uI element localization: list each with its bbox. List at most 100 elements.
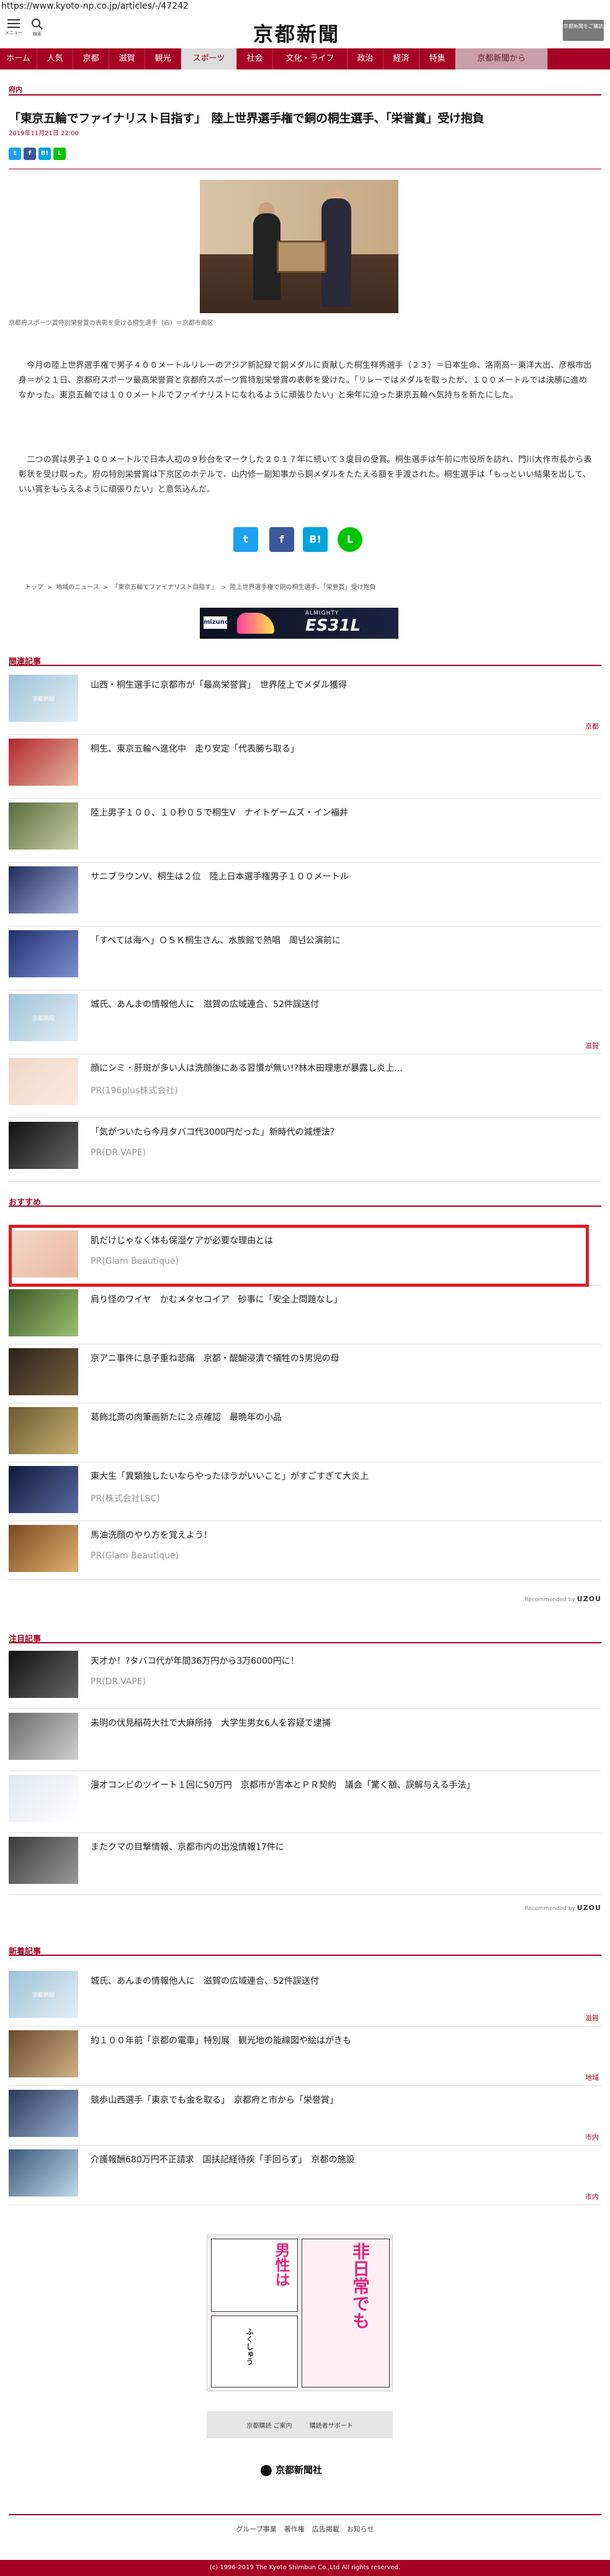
nav-item[interactable]: スポーツ	[181, 48, 237, 69]
thumbnail[interactable]	[9, 1651, 78, 1698]
item-title[interactable]: 未明の伏見稲荷大社で大麻所持 大学生男女6人を容疑で逮捕	[91, 1717, 331, 1729]
thumbnail[interactable]	[9, 802, 78, 850]
list-item[interactable]: 葛飾北斎の肉筆画新たに２点確認 最晩年の小品	[9, 1403, 601, 1462]
item-title[interactable]: 陸上男子１００、１０秒０５で桐生V ナイトゲームズ・イン福井	[91, 806, 348, 819]
list-item[interactable]: 肩り怪のワイヤ かむメタセコイア 砂事に「安全上問題なし」	[9, 1286, 601, 1344]
footer-link[interactable]: 著作権	[284, 2525, 305, 2533]
recommended-by[interactable]: Recommended by UZOU	[524, 1904, 601, 1912]
list-item[interactable]: 介護報酬680万円不正請求 国扶記経待疾「手回らず」 京都の施設市内	[9, 2146, 601, 2205]
thumbnail[interactable]	[9, 1466, 78, 1513]
footer-logo[interactable]: 京都新聞社	[261, 2463, 322, 2476]
item-title[interactable]: 漫才コンビのツイート１回に50万円 京都市が吉本とＰＲ契約 議会「驚く額、誤解与…	[91, 1779, 475, 1791]
thumbnail[interactable]	[9, 1407, 78, 1454]
thumbnail[interactable]	[9, 1058, 78, 1105]
menu-button[interactable]: メニュー	[2, 19, 25, 36]
subscribe-button[interactable]: 京都新聞をご購読	[563, 20, 604, 41]
subscribe-info-link[interactable]: 京都購読 ご案内	[246, 2420, 292, 2430]
list-item[interactable]: 京アニ事件に息子重ね悲痛 京都・醍醐浸漬で犠牲の5男児の母	[9, 1344, 601, 1403]
thumbnail[interactable]	[9, 1122, 78, 1169]
thumbnail[interactable]	[9, 739, 78, 786]
thumbnail[interactable]	[9, 1289, 78, 1336]
list-item[interactable]: 漫才コンビのツイート１回に50万円 京都市が吉本とＰＲ契約 議会「驚く額、誤解与…	[9, 1771, 601, 1833]
nav-item[interactable]: 経済	[383, 48, 419, 69]
thumbnail[interactable]: 京都新聞	[9, 1971, 78, 2018]
category-tag[interactable]: 市内	[585, 2192, 599, 2201]
footer-link[interactable]: 広告掲載	[312, 2525, 339, 2533]
facebook-share-small[interactable]: f	[24, 148, 36, 160]
item-title[interactable]: 競歩山西選手「東京でも金を取る」 京都府と市から「栄誉賞」	[91, 2094, 338, 2106]
item-title[interactable]: 「すべては海へ」ＯＳＫ桐生さん、水族館で熱唱 周년公演前に	[91, 934, 341, 946]
manga-ad[interactable]: 非日常でも 男性は ふくしゅう	[207, 2234, 393, 2391]
twitter-share-small[interactable]: t	[9, 148, 21, 160]
thumbnail[interactable]	[9, 2030, 78, 2077]
thumbnail[interactable]: 京都新聞	[9, 675, 78, 722]
list-item[interactable]: 「気がついたら今月タバコ代3000円だった」新時代の減煙法？ PR(DR.VAPE…	[9, 1118, 601, 1182]
item-title[interactable]: 東大生「異類独したいならやったほうがいいこと」がすごすぎて大炎上	[91, 1470, 369, 1482]
breadcrumb-item[interactable]: 陸上世界選手権で銅の桐生選手、「栄誉賞」受け抱負	[230, 584, 375, 591]
item-title[interactable]: 天才か！?タバコ代が年間36万円から3万6000円に！	[91, 1654, 299, 1667]
thumbnail[interactable]	[9, 866, 78, 913]
thumbnail[interactable]	[9, 2090, 78, 2137]
category-tag[interactable]: 市内	[585, 2132, 599, 2142]
nav-item[interactable]: 京都	[73, 48, 109, 69]
list-item[interactable]: 京都新聞 城氏、あんまの情報他人に 滋賀の広域連合、52件誤送付滋賀	[9, 990, 601, 1054]
item-title[interactable]: 顔にシミ・肝斑が多い人は洗顔後にある習慣が無い!?林木田理恵が暴露し炎上…	[91, 1062, 403, 1074]
list-item[interactable]: 陸上男子１００、１０秒０５で桐生V ナイトゲームズ・イン福井	[9, 799, 601, 863]
item-title[interactable]: 約１００年前「京都の電車」特別展 観光地の能線図や絵はがきも	[91, 2034, 351, 2046]
list-item[interactable]: 約１００年前「京都の電車」特別展 観光地の能線図や絵はがきも地域	[9, 2027, 601, 2086]
category-tag[interactable]: 地域	[585, 2072, 599, 2082]
list-item[interactable]: 未明の伏見稲荷大社で大麻所持 大学生男女6人を容疑で逮捕	[9, 1709, 601, 1771]
breadcrumb-item[interactable]: トップ	[25, 584, 43, 591]
item-title[interactable]: 京アニ事件に息子重ね悲痛 京都・醍醐浸漬で犠牲の5男児の母	[91, 1352, 339, 1364]
nav-item[interactable]: 観光	[145, 48, 181, 69]
nav-item[interactable]: 滋賀	[109, 48, 145, 69]
search-button[interactable]: 検索	[26, 19, 48, 37]
list-item[interactable]: またクマの目撃情報、京都市内の出没情報17件に	[9, 1833, 601, 1895]
list-item[interactable]: 京都新聞 城氏、あんまの情報他人に 滋賀の広域連合、52件誤送付滋賀	[9, 1967, 601, 2027]
item-title[interactable]: またクマの目撃情報、京都市内の出没情報17件に	[91, 1841, 284, 1853]
site-logo[interactable]: 京都新聞	[253, 19, 340, 47]
item-title[interactable]: 葛飾北斎の肉筆画新たに２点確認 最晩年の小品	[91, 1411, 282, 1423]
nav-item[interactable]: ホーム	[0, 48, 37, 69]
item-title[interactable]: 城氏、あんまの情報他人に 滋賀の広域連合、52件誤送付	[91, 1974, 319, 1987]
nav-item[interactable]: 特集	[419, 48, 455, 69]
list-item[interactable]: 「すべては海へ」ＯＳＫ桐生さん、水族館で熱唱 周년公演前に	[9, 926, 601, 990]
list-item[interactable]: 桐生、東京五輪へ進化中 走り安定「代表勝ち取る」	[9, 735, 601, 799]
list-item[interactable]: 天才か！?タバコ代が年間36万円から3万6000円に！ PR(DR.VAPE)	[9, 1647, 601, 1709]
list-item[interactable]: サニブラウンV、桐生は２位 陸上日本選手権男子１００メートル	[9, 863, 601, 926]
item-title[interactable]: 介護報酬680万円不正請求 国扶記経待疾「手回らず」 京都の施設	[91, 2153, 354, 2165]
thumbnail[interactable]	[9, 1713, 78, 1760]
category-tag[interactable]: 滋賀	[585, 1041, 599, 1050]
address-bar[interactable]: https://www.kyoto-np.co.jp/articles/-/47…	[0, 0, 610, 14]
thumbnail[interactable]	[9, 1775, 78, 1822]
breadcrumb-item[interactable]: 「東京五輪でファイナリスト目指す」	[112, 584, 217, 591]
article-section[interactable]: 府内	[9, 84, 22, 94]
article-photo[interactable]	[200, 180, 398, 313]
footer-link[interactable]: お知らせ	[347, 2525, 374, 2533]
category-tag[interactable]: 京都	[585, 721, 599, 731]
thumbnail[interactable]	[9, 930, 78, 977]
item-title[interactable]: 城氏、あんまの情報他人に 滋賀の広域連合、52件誤送付	[91, 998, 319, 1010]
facebook-share-button[interactable]: f	[269, 527, 294, 552]
breadcrumb-item[interactable]: 地域のニュース	[56, 584, 99, 591]
thumbnail[interactable]	[9, 1348, 78, 1395]
thumbnail[interactable]: 京都新聞	[9, 994, 78, 1041]
list-item[interactable]: 京都新聞 山西・桐生選手に京都市が「最高栄誉賞」 世界陸上でメダル獲得 京都	[9, 671, 601, 735]
hatena-share-small[interactable]: B!	[38, 148, 51, 160]
category-tag[interactable]: 滋賀	[585, 2013, 599, 2023]
nav-item[interactable]: 文化・ライフ	[273, 48, 348, 69]
nav-item[interactable]: 人気	[37, 48, 73, 69]
nav-item[interactable]: 社会	[237, 48, 273, 69]
reader-support-link[interactable]: 購読者サポート	[310, 2420, 353, 2430]
item-title[interactable]: サニブラウンV、桐生は２位 陸上日本選手権男子１００メートル	[91, 870, 349, 882]
ad-banner[interactable]: mizuno ALMIGHTY ES31L	[200, 608, 398, 639]
item-title[interactable]: 肩り怪のワイヤ かむメタセコイア 砂事に「安全上問題なし」	[91, 1293, 343, 1305]
item-title[interactable]: 馬油洗顔のやり方を覚えよう！	[91, 1529, 212, 1541]
item-title[interactable]: 「気がついたら今月タバコ代3000円だった」新時代の減煙法？	[91, 1126, 339, 1138]
twitter-share-button[interactable]: t	[233, 527, 258, 552]
thumbnail[interactable]	[9, 1837, 78, 1884]
recommended-by[interactable]: Recommended by UZOU	[524, 1595, 601, 1603]
list-item[interactable]: 東大生「異類独したいならやったほうがいいこと」がすごすぎて大炎上 PR(株式会社L…	[9, 1462, 601, 1521]
line-share-button[interactable]: L	[338, 527, 362, 552]
thumbnail[interactable]	[9, 1525, 78, 1572]
